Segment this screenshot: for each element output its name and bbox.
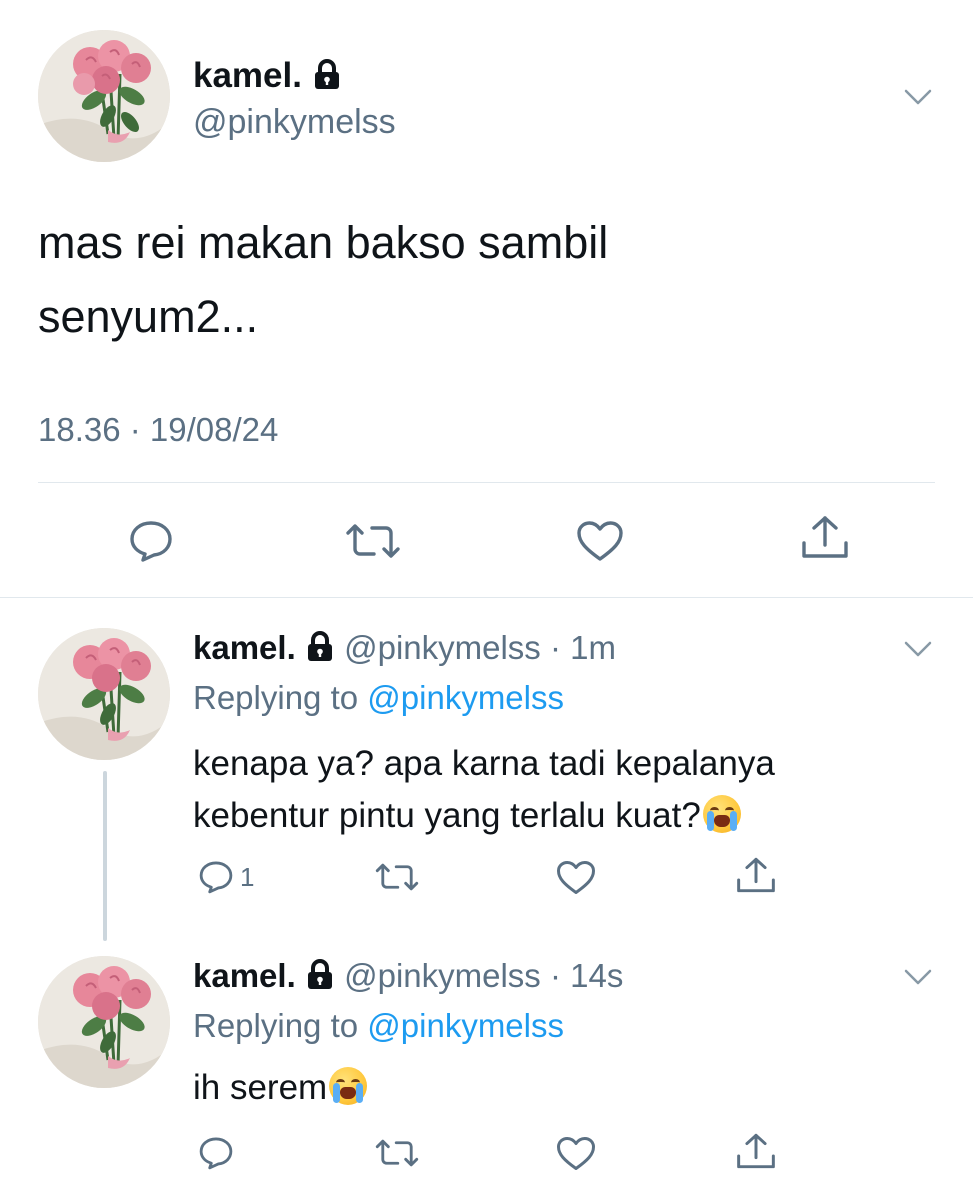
like-button[interactable] — [576, 520, 624, 562]
reply-button[interactable] — [198, 1136, 234, 1170]
share-button[interactable] — [800, 514, 850, 560]
reply-count: 1 — [240, 861, 255, 892]
rose-bouquet-picture — [38, 30, 170, 162]
tweet-text-line: mas rei makan bakso sambil — [38, 217, 609, 268]
heart-icon — [557, 1137, 595, 1170]
chevron-down-icon[interactable] — [903, 88, 933, 106]
reply-bubble-icon — [199, 861, 233, 894]
tweet-text-line: senyum2... — [38, 291, 259, 342]
tweet-text: ih serem — [193, 1064, 368, 1112]
chevron-down-icon[interactable] — [903, 640, 933, 658]
heart-icon — [577, 521, 623, 561]
author-row: kamel. @pinkymelss · 14s — [193, 956, 623, 999]
main-tweet: kamel. @pinkymelss mas rei makan bakso s… — [0, 0, 973, 598]
thread-line — [103, 771, 107, 941]
tweet-text: mas rei makan bakso sambil senyum2... — [38, 216, 608, 344]
avatar[interactable] — [38, 628, 170, 760]
rose-bouquet-picture — [38, 628, 170, 760]
rose-bouquet-picture — [38, 956, 170, 1088]
replying-to-handle[interactable]: @pinkymelss — [367, 679, 564, 716]
lock-icon — [312, 58, 342, 99]
reply-tweet: kamel. @pinkymelss · 14s Replying to @pi… — [0, 938, 973, 1200]
relative-time[interactable]: 1m — [570, 629, 616, 666]
retweet-button[interactable] — [374, 1138, 420, 1168]
tweet-text-line-content: kebentur pintu yang terlalu kuat? — [193, 796, 701, 835]
replying-to-label: Replying to — [193, 679, 359, 716]
replying-to-handle[interactable]: @pinkymelss — [367, 1007, 564, 1044]
heart-icon — [557, 861, 595, 894]
share-button[interactable] — [735, 1132, 777, 1170]
retweet-icon — [375, 1139, 419, 1167]
handle[interactable]: @pinkymelss — [344, 957, 541, 994]
retweet-button[interactable] — [344, 522, 402, 560]
share-icon — [737, 857, 775, 893]
divider — [38, 482, 935, 483]
replying-to-label: Replying to — [193, 1007, 359, 1044]
retweet-icon — [346, 524, 400, 558]
share-button[interactable] — [735, 856, 777, 894]
chevron-down-icon[interactable] — [903, 968, 933, 986]
reply-button[interactable] — [128, 520, 174, 562]
reply-tweet: kamel. @pinkymelss · 1m Replying to @pin… — [0, 598, 973, 941]
reply-bubble-icon — [199, 1137, 233, 1170]
retweet-button[interactable] — [374, 862, 420, 892]
like-button[interactable] — [556, 860, 596, 895]
like-button[interactable] — [556, 1136, 596, 1171]
tweet-text-line: ih serem — [193, 1068, 328, 1107]
reply-button[interactable]: 1 — [198, 860, 254, 894]
dot-separator: · — [540, 629, 571, 666]
retweet-icon — [375, 863, 419, 891]
avatar[interactable] — [38, 30, 170, 162]
loudly-crying-face-emoji — [329, 1067, 368, 1105]
lock-icon — [305, 630, 335, 671]
replying-to: Replying to @pinkymelss — [193, 678, 564, 718]
avatar[interactable] — [38, 956, 170, 1088]
share-icon — [737, 1133, 775, 1169]
dot-separator: · — [540, 957, 571, 994]
display-name[interactable]: kamel. — [193, 957, 296, 994]
share-icon — [802, 516, 848, 558]
author-row: kamel. @pinkymelss · 1m — [193, 628, 616, 671]
lock-icon — [305, 958, 335, 999]
tweet-timestamp[interactable]: 18.36 · 19/08/24 — [38, 410, 278, 450]
tweet-text-line: kebentur pintu yang terlalu kuat? — [193, 792, 775, 840]
replying-to: Replying to @pinkymelss — [193, 1006, 564, 1046]
reply-bubble-icon — [130, 521, 172, 562]
relative-time[interactable]: 14s — [570, 957, 623, 994]
display-name[interactable]: kamel. — [193, 56, 302, 95]
loudly-crying-face-emoji — [702, 795, 741, 833]
handle[interactable]: @pinkymelss — [344, 629, 541, 666]
author-row: kamel. — [193, 56, 342, 99]
handle[interactable]: @pinkymelss — [193, 102, 396, 142]
tweet-text: kenapa ya? apa karna tadi kepalanya kebe… — [193, 740, 775, 840]
display-name[interactable]: kamel. — [193, 629, 296, 666]
tweet-text-line: kenapa ya? apa karna tadi kepalanya — [193, 744, 775, 783]
